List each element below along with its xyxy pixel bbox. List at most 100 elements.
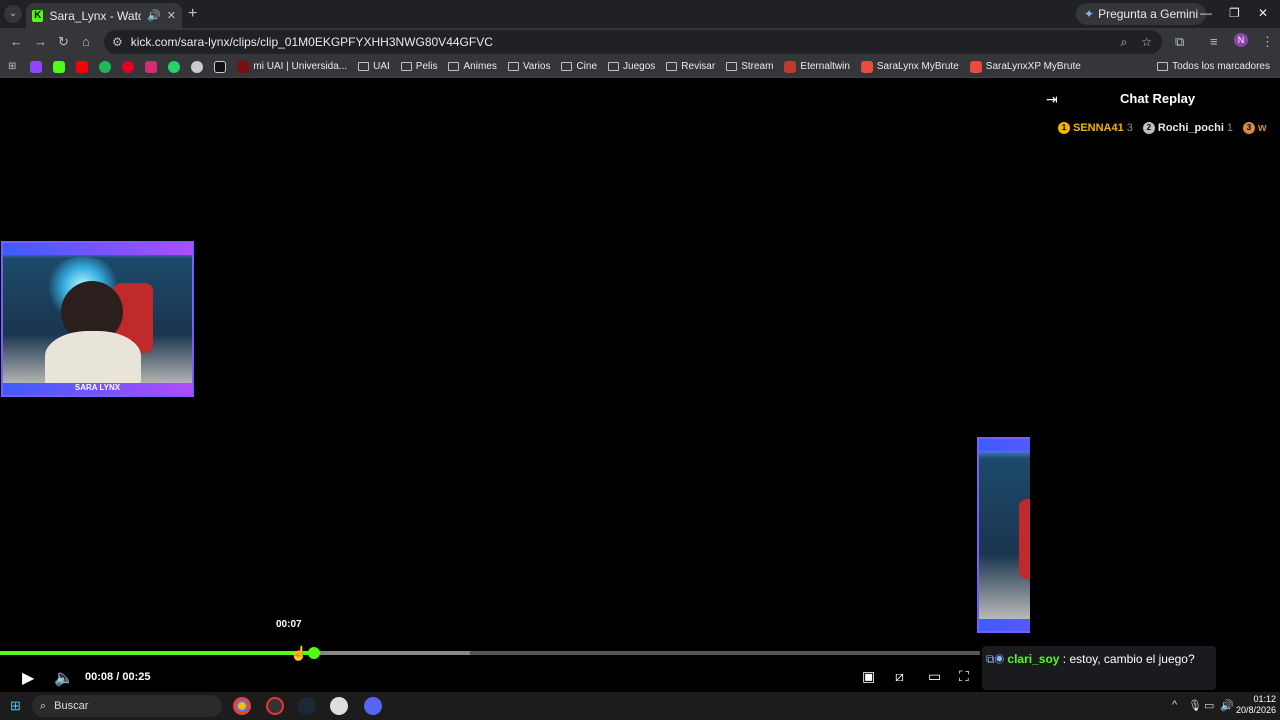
volume-tray-icon[interactable]: 🔊 (1220, 699, 1234, 712)
bookmark-3[interactable]: Animes (448, 61, 497, 72)
chrome-icon[interactable] (233, 697, 251, 715)
all-bookmarks[interactable]: Todos los marcadores (1157, 61, 1270, 72)
chat-username[interactable]: clari_soy (1007, 652, 1059, 666)
leader-1[interactable]: 2 Rochi_pochi 1 (1142, 122, 1234, 134)
bronze-medal-icon: 3 (1243, 122, 1256, 134)
bookmark-5[interactable]: Cine (561, 61, 597, 72)
site-info-icon[interactable]: ⚙ (112, 35, 123, 49)
bookmark-twitch[interactable] (30, 60, 43, 73)
close-window-button[interactable]: ✕ (1258, 6, 1268, 20)
bookmark-label: Eternaltwin (800, 61, 850, 72)
folder-icon (608, 62, 620, 71)
taskbar-search[interactable]: ⌕ Buscar (32, 695, 222, 717)
bookmark-1[interactable]: UAI (358, 61, 390, 72)
extensions-icon[interactable]: ⧉ (1175, 34, 1184, 50)
discord-icon[interactable] (364, 697, 382, 715)
gemini-icon: ✦ (1084, 7, 1095, 21)
bookmark-11[interactable]: SaraLynxXP MyBrute (969, 60, 1081, 73)
tray-chevron-icon[interactable]: ^ (1172, 699, 1177, 711)
bookmark-tiktok[interactable] (214, 60, 227, 73)
network-icon[interactable]: ▭ (1204, 699, 1214, 712)
leader-0[interactable]: 1 SENNA41 3 (1058, 122, 1133, 134)
bookmark-youtube[interactable] (76, 60, 89, 73)
bookmark-kick[interactable] (53, 60, 66, 73)
bookmark-0[interactable]: mi UAI | Universida... (237, 60, 348, 73)
bookmark-10[interactable]: SaraLynx MyBrute (860, 60, 959, 73)
leader-2[interactable]: 3 w (1243, 122, 1267, 134)
tab-search-button[interactable]: ⌄ (4, 5, 22, 23)
media-icon[interactable]: ≡ (1210, 34, 1218, 49)
bookmark-whatsapp[interactable] (168, 60, 181, 73)
current-time: 00:08 (85, 671, 114, 683)
volume-icon[interactable]: 🔈 (54, 668, 74, 688)
clock-time: 01:12 (1253, 694, 1277, 704)
bookmark-spotify[interactable] (99, 60, 112, 73)
steam-icon[interactable] (298, 697, 316, 715)
badge-icons: ⧉◉ (986, 652, 1005, 666)
mouse-pointer-icon: ☝ (290, 645, 308, 661)
system-clock[interactable]: 01:12 20/8/2026 (1236, 694, 1276, 716)
browser-tab[interactable]: K Sara_Lynx - Watch clips on K 🔊 ✕ (26, 3, 182, 28)
duration: 00:25 (122, 671, 151, 683)
bookmark-6[interactable]: Juegos (608, 61, 655, 72)
bookmark-star-icon[interactable]: ☆ (1141, 35, 1152, 49)
speaker-icon[interactable]: 🔊 (147, 9, 161, 22)
bookmark-github[interactable] (191, 60, 204, 73)
progress-played (0, 651, 314, 655)
zoom-icon[interactable]: ⌕ (1121, 35, 1128, 50)
clip-icon[interactable]: ⧄ (895, 668, 904, 685)
address-bar[interactable]: ⚙ kick.com/sara-lynx/clips/clip_01M0EKGP… (104, 30, 1162, 54)
reload-button[interactable]: ↻ (58, 34, 69, 50)
play-button[interactable]: ▶ (22, 668, 34, 688)
app-icon[interactable] (266, 697, 284, 715)
bookmark-4[interactable]: Varios (507, 61, 550, 72)
twitch-icon (30, 60, 43, 73)
microphone-icon[interactable]: 🎙 (1188, 699, 1202, 712)
progress-bar[interactable] (0, 647, 980, 659)
collapse-chat-icon[interactable]: ⇥ (1046, 91, 1058, 108)
tab-title: Sara_Lynx - Watch clips on K (49, 8, 142, 23)
fullscreen-icon[interactable]: ⛶ (959, 668, 969, 685)
mybrute-icon (860, 60, 873, 73)
gemini-label: Pregunta a Gemini (1098, 7, 1199, 21)
profile-avatar[interactable]: N (1234, 33, 1248, 47)
bookmark-7[interactable]: Revisar (666, 61, 715, 72)
bookmark-label: Pelis (415, 61, 438, 72)
seek-tooltip: 00:07 (276, 619, 302, 630)
webcam-overlay-small: SARA LYNX (1, 241, 194, 397)
bookmark-2[interactable]: Pelis (400, 61, 438, 72)
clock-date: 20/8/2026 (1236, 705, 1277, 715)
bookmark-9[interactable]: Eternaltwin (784, 60, 850, 73)
leader-count: 1 (1226, 122, 1234, 134)
menu-icon[interactable]: ⋮ (1261, 34, 1274, 50)
chat-title: Chat Replay (1120, 91, 1196, 106)
windows-start-icon[interactable]: ⊞ (10, 698, 21, 714)
bookmark-pinterest[interactable] (122, 60, 135, 73)
forward-button[interactable]: → (34, 34, 47, 49)
progress-handle[interactable] (307, 647, 320, 659)
bookmark-label: UAI (373, 61, 390, 72)
gemini-button[interactable]: ✦ Pregunta a Gemini (1076, 3, 1207, 25)
github-icon (191, 60, 204, 73)
back-button[interactable]: ← (10, 34, 23, 49)
webcam-frame-bottom: SARA LYNX (3, 383, 192, 395)
bookmark-label: SaraLynxXP MyBrute (985, 61, 1081, 72)
new-tab-button[interactable]: + (188, 5, 197, 23)
minimize-button[interactable]: — (1200, 6, 1212, 20)
bookmark-label: mi UAI | Universida... (253, 61, 348, 72)
close-tab-icon[interactable]: ✕ (167, 9, 176, 22)
browser-toolbar: ← → ↻ ⌂ ⚙ kick.com/sara-lynx/clips/clip_… (0, 28, 1280, 56)
instagram-icon (145, 60, 158, 73)
silver-medal-icon: 2 (1142, 122, 1155, 134)
webcam-frame-top (3, 243, 192, 255)
bookmark-instagram[interactable] (145, 60, 158, 73)
folder-icon (561, 62, 573, 71)
youtube-icon (76, 60, 89, 73)
theater-mode-icon[interactable]: ▭ (928, 668, 941, 685)
bookmark-8[interactable]: Stream (726, 61, 773, 72)
miniplayer-icon[interactable]: ▣ (862, 668, 875, 685)
restore-button[interactable]: ❐ (1229, 6, 1240, 20)
app-icon[interactable] (330, 697, 348, 715)
home-button[interactable]: ⌂ (82, 34, 90, 49)
apps-icon[interactable]: ⊞ (8, 61, 16, 72)
